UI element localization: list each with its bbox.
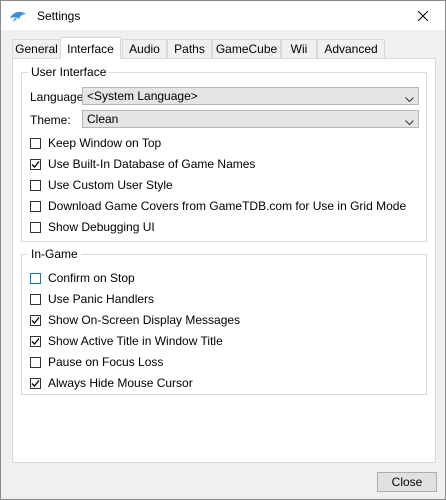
- interface-tab-panel: User Interface Language: <System Languag…: [12, 58, 436, 463]
- checkbox-box: [30, 200, 41, 212]
- checkbox-box: [30, 293, 41, 305]
- checkbox-box: [30, 356, 41, 368]
- title-bar: Settings: [1, 1, 445, 30]
- chevron-down-icon: [405, 92, 414, 106]
- window-close-icon[interactable]: [400, 1, 445, 30]
- window-title: Settings: [37, 9, 81, 23]
- show-osd-messages-checkbox[interactable]: Show On-Screen Display Messages: [30, 313, 240, 327]
- checkbox-box: [30, 335, 41, 347]
- theme-dropdown[interactable]: Clean: [82, 110, 419, 128]
- tab-paths[interactable]: Paths: [167, 39, 212, 58]
- close-button[interactable]: Close: [377, 472, 437, 492]
- use-custom-user-style-checkbox[interactable]: Use Custom User Style: [30, 178, 173, 192]
- checkmark-icon: [31, 316, 40, 324]
- show-debugging-ui-checkbox[interactable]: Show Debugging UI: [30, 220, 155, 234]
- pause-on-focus-loss-checkbox[interactable]: Pause on Focus Loss: [30, 355, 163, 369]
- user-interface-group: User Interface Language: <System Languag…: [21, 65, 427, 242]
- in-game-group: In-Game Confirm on Stop Use Panic Handle…: [21, 247, 427, 395]
- keep-window-on-top-checkbox[interactable]: Keep Window on Top: [30, 136, 161, 150]
- tab-gamecube[interactable]: GameCube: [212, 39, 281, 58]
- language-value: <System Language>: [87, 89, 198, 103]
- language-dropdown[interactable]: <System Language>: [82, 87, 419, 105]
- checkmark-icon: [31, 160, 40, 168]
- tab-audio[interactable]: Audio: [122, 39, 167, 58]
- language-label: Language:: [30, 90, 87, 104]
- theme-value: Clean: [87, 112, 119, 126]
- checkmark-icon: [31, 379, 40, 387]
- checkmark-icon: [31, 337, 40, 345]
- checkbox-box: [30, 179, 41, 191]
- dolphin-app-icon: [9, 9, 27, 23]
- tab-wii[interactable]: Wii: [281, 39, 317, 58]
- group-title: User Interface: [28, 65, 110, 79]
- checkbox-box: [30, 137, 41, 149]
- chevron-down-icon: [405, 115, 414, 129]
- settings-window: Settings General Interface Audio Paths G…: [0, 0, 446, 500]
- use-panic-handlers-checkbox[interactable]: Use Panic Handlers: [30, 292, 154, 306]
- use-builtin-database-checkbox[interactable]: Use Built-In Database of Game Names: [30, 157, 255, 171]
- group-title: In-Game: [28, 247, 81, 261]
- download-game-covers-checkbox[interactable]: Download Game Covers from GameTDB.com fo…: [30, 199, 406, 213]
- always-hide-mouse-cursor-checkbox[interactable]: Always Hide Mouse Cursor: [30, 376, 193, 390]
- tab-advanced[interactable]: Advanced: [317, 39, 385, 58]
- theme-label: Theme:: [30, 113, 71, 127]
- confirm-on-stop-checkbox[interactable]: Confirm on Stop: [30, 271, 135, 285]
- checkbox-box: [30, 272, 41, 284]
- checkbox-box: [30, 158, 41, 170]
- checkbox-box: [30, 221, 41, 233]
- tab-general[interactable]: General: [12, 39, 61, 58]
- show-active-title-checkbox[interactable]: Show Active Title in Window Title: [30, 334, 223, 348]
- checkbox-box: [30, 377, 41, 389]
- tab-interface[interactable]: Interface: [60, 37, 121, 59]
- checkbox-box: [30, 314, 41, 326]
